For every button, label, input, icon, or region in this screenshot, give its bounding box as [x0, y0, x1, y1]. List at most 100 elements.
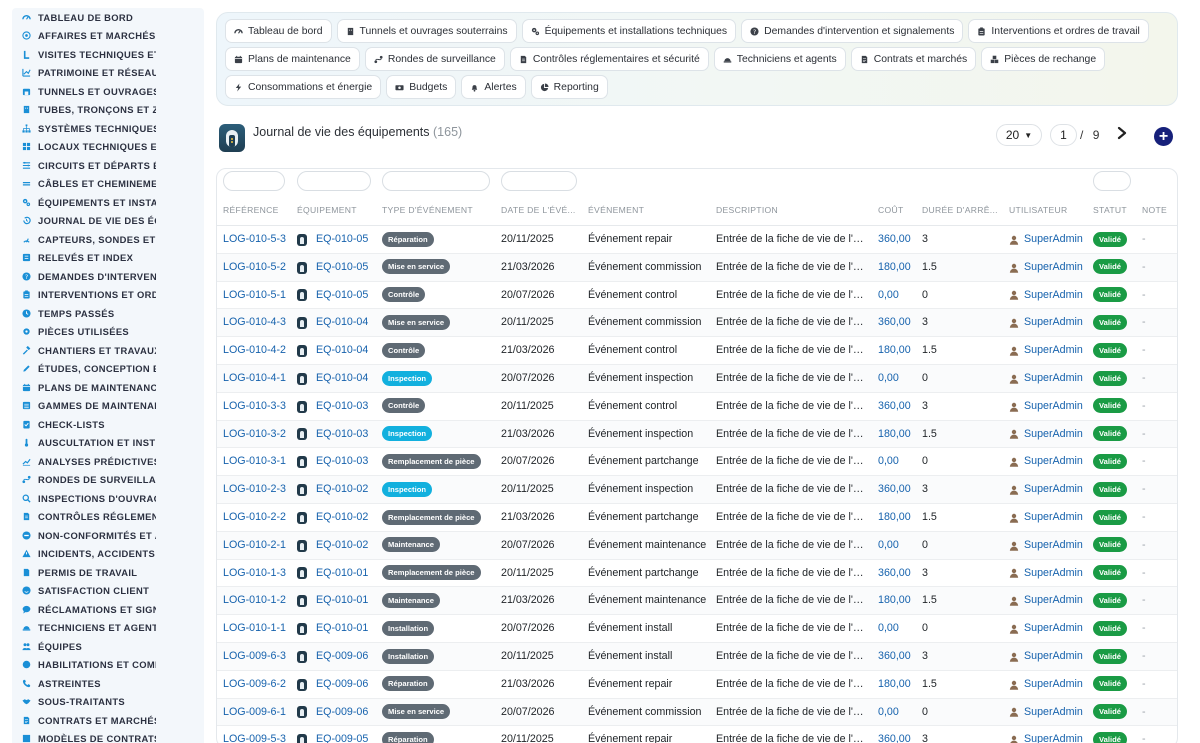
column-header[interactable]: RÉFÉRENCE — [223, 205, 293, 215]
add-entry-button[interactable]: + — [1154, 127, 1173, 146]
column-header[interactable]: TYPE D'ÉVÉNEMENT — [382, 205, 498, 215]
reference-link[interactable]: LOG-010-2-1 — [223, 532, 293, 560]
sidebar-item[interactable]: ÉTUDES, CONCEPTION ET — [12, 360, 204, 379]
sidebar-item[interactable]: ÉQUIPES — [12, 637, 204, 656]
reference-filter-input[interactable] — [223, 171, 285, 191]
sidebar-item[interactable]: PIÈCES UTILISÉES — [12, 323, 204, 342]
user-link[interactable]: SuperAdmin — [1024, 254, 1083, 282]
user-link[interactable]: SuperAdmin — [1024, 309, 1083, 337]
nav-button[interactable]: Reporting — [530, 75, 608, 99]
sidebar-item[interactable]: PLANS DE MAINTENANCE — [12, 378, 204, 397]
sidebar-item[interactable]: ANALYSES PRÉDICTIVES — [12, 452, 204, 471]
nav-button[interactable]: Budgets — [386, 75, 457, 99]
column-header[interactable]: NOTE — [1142, 205, 1172, 215]
sidebar-item[interactable]: CHANTIERS ET TRAVAUX — [12, 341, 204, 360]
user-link[interactable]: SuperAdmin — [1024, 532, 1083, 560]
equipment-link[interactable]: EQ-010-03 — [316, 421, 368, 449]
reference-link[interactable]: LOG-010-4-1 — [223, 365, 293, 393]
table-row[interactable]: LOG-010-5-2 EQ-010-05 Mise en service 21/03… — [217, 253, 1177, 282]
reference-link[interactable]: LOG-010-5-3 — [223, 226, 293, 254]
column-header[interactable]: DESCRIPTION — [716, 205, 864, 215]
table-row[interactable]: LOG-010-1-2 EQ-010-01 Maintenance 21/03/202… — [217, 587, 1177, 616]
sidebar-item[interactable]: RONDES DE SURVEILLAN — [12, 471, 204, 490]
status-filter-input[interactable] — [1093, 171, 1131, 191]
user-link[interactable]: SuperAdmin — [1024, 226, 1083, 254]
nav-button[interactable]: Contrôles réglementaires et sécurité — [509, 47, 709, 71]
nav-button[interactable]: Rondes de surveillance — [364, 47, 505, 71]
user-link[interactable]: SuperAdmin — [1024, 448, 1083, 476]
sidebar-item[interactable]: TUBES, TRONÇONS ET ZO — [12, 101, 204, 120]
user-link[interactable]: SuperAdmin — [1024, 587, 1083, 615]
user-link[interactable]: SuperAdmin — [1024, 560, 1083, 588]
table-row[interactable]: LOG-010-3-2 EQ-010-03 Inspection 21/03/2026… — [217, 420, 1177, 449]
equipment-link[interactable]: EQ-010-01 — [316, 587, 368, 615]
sidebar-item[interactable]: HABILITATIONS ET COMP — [12, 656, 204, 675]
reference-link[interactable]: LOG-009-6-2 — [223, 671, 293, 699]
sidebar-item[interactable]: LOCAUX TECHNIQUES ET — [12, 138, 204, 157]
sidebar-item[interactable]: GAMMES DE MAINTENAN — [12, 397, 204, 416]
equipment-link[interactable]: EQ-009-06 — [316, 699, 368, 727]
column-header[interactable]: ÉVÉNEMENT — [588, 205, 713, 215]
equipment-link[interactable]: EQ-010-02 — [316, 532, 368, 560]
sidebar-item[interactable]: CONTRATS ET MARCHÉS — [12, 711, 204, 730]
equipment-link[interactable]: EQ-010-04 — [316, 337, 368, 365]
equipment-link[interactable]: EQ-010-05 — [316, 254, 368, 282]
sidebar-item[interactable]: CIRCUITS ET DÉPARTS ÉL — [12, 156, 204, 175]
reference-link[interactable]: LOG-010-4-2 — [223, 337, 293, 365]
user-link[interactable]: SuperAdmin — [1024, 671, 1083, 699]
equipment-link[interactable]: EQ-010-01 — [316, 560, 368, 588]
column-header[interactable]: UTILISATEUR — [1009, 205, 1091, 215]
sidebar-item[interactable]: TEMPS PASSÉS — [12, 304, 204, 323]
equipment-link[interactable]: EQ-010-04 — [316, 365, 368, 393]
sidebar-item[interactable]: JOURNAL DE VIE DES ÉQ — [12, 212, 204, 231]
equipment-link[interactable]: EQ-010-01 — [316, 615, 368, 643]
equipment-link[interactable]: EQ-010-04 — [316, 309, 368, 337]
equipment-link[interactable]: EQ-009-06 — [316, 671, 368, 699]
sidebar-item[interactable]: MODÈLES DE CONTRATS — [12, 730, 204, 743]
equipment-link[interactable]: EQ-010-02 — [316, 504, 368, 532]
reference-link[interactable]: LOG-010-3-2 — [223, 421, 293, 449]
next-page-icon[interactable] — [1115, 126, 1129, 140]
reference-link[interactable]: LOG-009-6-3 — [223, 643, 293, 671]
user-link[interactable]: SuperAdmin — [1024, 643, 1083, 671]
reference-link[interactable]: LOG-010-5-2 — [223, 254, 293, 282]
reference-link[interactable]: LOG-009-6-1 — [223, 699, 293, 727]
nav-button[interactable]: Pièces de rechange — [981, 47, 1106, 71]
equipment-link[interactable]: EQ-010-03 — [316, 393, 368, 421]
sidebar-item[interactable]: INTERVENTIONS ET ORDR — [12, 286, 204, 305]
nav-button[interactable]: Interventions et ordres de travail — [968, 19, 1149, 43]
sidebar-item[interactable]: RÉCLAMATIONS ET SIGN — [12, 600, 204, 619]
table-row[interactable]: LOG-010-1-3 EQ-010-01 Remplacement de pièc… — [217, 560, 1177, 588]
table-row[interactable]: LOG-010-2-3 EQ-010-02 Inspection 20/11/2025… — [217, 476, 1177, 504]
sidebar-item[interactable]: CHECK-LISTS — [12, 415, 204, 434]
page-number-input[interactable]: 1 — [1050, 124, 1077, 146]
sidebar-item[interactable]: NON-CONFORMITÉS ET A — [12, 526, 204, 545]
table-row[interactable]: LOG-010-2-2 EQ-010-02 Remplacement de pièc… — [217, 504, 1177, 532]
table-row[interactable]: LOG-010-1-1 EQ-010-01 Installation 20/07/20… — [217, 615, 1177, 643]
user-link[interactable]: SuperAdmin — [1024, 393, 1083, 421]
column-header[interactable]: DATE DE L'ÉVÉ... — [501, 205, 585, 215]
user-link[interactable]: SuperAdmin — [1024, 476, 1083, 504]
table-row[interactable]: LOG-010-5-3 EQ-010-05 Réparation 20/11/2025… — [217, 226, 1177, 254]
nav-button[interactable]: Contrats et marchés — [850, 47, 977, 71]
table-row[interactable]: LOG-010-5-1 EQ-010-05 Contrôle 20/07/2026 Év… — [217, 282, 1177, 310]
equipment-link[interactable]: EQ-009-06 — [316, 643, 368, 671]
reference-link[interactable]: LOG-010-3-3 — [223, 393, 293, 421]
column-header[interactable]: DURÉE D'ARRÊ... — [922, 205, 1004, 215]
sidebar-item[interactable]: PATRIMOINE ET RÉSEAUX — [12, 64, 204, 83]
sidebar-item[interactable]: PERMIS DE TRAVAIL — [12, 563, 204, 582]
equipment-link[interactable]: EQ-010-05 — [316, 282, 368, 310]
reference-link[interactable]: LOG-010-2-2 — [223, 504, 293, 532]
equipment-link[interactable]: EQ-009-05 — [316, 726, 368, 743]
user-link[interactable]: SuperAdmin — [1024, 699, 1083, 727]
nav-button[interactable]: Plans de maintenance — [225, 47, 360, 71]
sidebar-item[interactable]: TUNNELS ET OUVRAGES — [12, 82, 204, 101]
table-row[interactable]: LOG-010-4-2 EQ-010-04 Contrôle 21/03/2026 Év… — [217, 337, 1177, 365]
table-row[interactable]: LOG-010-3-3 EQ-010-03 Contrôle 20/11/2025 Év… — [217, 393, 1177, 421]
table-row[interactable]: LOG-010-2-1 EQ-010-02 Maintenance 20/07/202… — [217, 531, 1177, 560]
user-link[interactable]: SuperAdmin — [1024, 726, 1083, 743]
column-header[interactable]: STATUT — [1093, 205, 1138, 215]
table-row[interactable]: LOG-010-4-1 EQ-010-04 Inspection 20/07/2026… — [217, 364, 1177, 393]
user-link[interactable]: SuperAdmin — [1024, 365, 1083, 393]
reference-link[interactable]: LOG-010-1-2 — [223, 587, 293, 615]
